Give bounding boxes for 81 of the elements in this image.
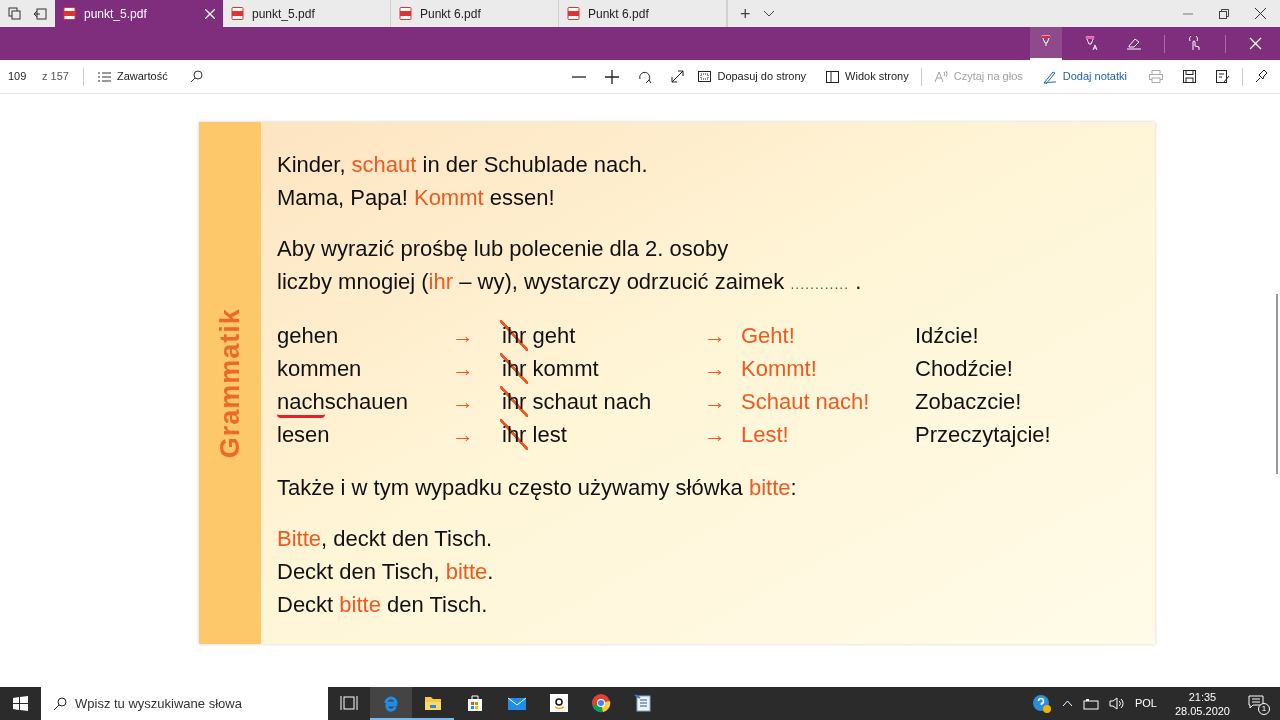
contents-button[interactable]: Zawartość [97,68,168,85]
rule-text: Aby wyrazić prośbę lub polecenie dla 2. osoby [277,235,730,263]
speaker-icon[interactable] [1108,697,1125,710]
clock-date[interactable]: 28.05.2020 [1174,703,1230,718]
example-sentence: Mama, Papa! Kommt essen! [277,184,556,212]
close-icon [1248,36,1264,51]
windows-logo-icon[interactable] [13,696,28,711]
search-icon [53,696,67,711]
side-label: Grammatik [213,307,246,459]
example-sentence: Bitte, deckt den Tisch. [277,525,494,553]
fit-icon [698,71,712,82]
pdf-icon [231,7,244,20]
fullscreen-icon[interactable] [671,70,685,83]
help-icon[interactable] [1031,693,1052,714]
battery-icon[interactable] [1082,697,1099,710]
verb-cell-text: kommen [277,355,363,383]
pdf-icon [399,7,412,20]
arrow: → [452,388,475,416]
chevron-down-icon[interactable] [762,9,775,18]
pin-icon[interactable] [1255,70,1268,83]
page-view-button[interactable]: Widok strony [826,68,909,85]
new-tab-button[interactable]: + [740,4,751,23]
example-sentence: Kinder, schaut in der Schublade nach. [277,151,649,179]
rule-text: liczby mnogiej (ihr – wy), wystarczy odrzucić zaimek ............ . [277,268,863,296]
arrow: → [704,388,727,416]
add-notes-button[interactable]: Dodaj notatki [1042,68,1127,85]
page-number-field[interactable]: 109 [0,68,42,85]
fit-to-page-button[interactable]: Dopasuj do strony [698,68,807,85]
translation-cell-text: Zobaczcie! [915,388,1023,416]
rotate-icon[interactable] [638,69,653,84]
search-icon[interactable] [189,70,203,83]
shopping-app-icon [549,692,569,713]
page-icon [826,70,840,83]
read-aloud-icon [933,70,948,83]
translation-cell-text: Chodźcie! [915,355,1014,383]
pen-button[interactable] [1030,27,1062,60]
pdf-icon [567,7,580,20]
imperative-cell-text: Kommt! [741,355,818,383]
touch-hand-icon [1187,36,1203,51]
clock-time[interactable]: 21:35 [1188,689,1217,704]
example-sentence: Deckt den Tisch, bitte. [277,558,495,586]
restore-icon[interactable] [1219,8,1229,19]
shopping-bag-icon [465,692,485,713]
chevron-up-icon[interactable] [1061,700,1073,707]
highlighter-icon [1084,36,1100,51]
taskbar-search-field[interactable]: Wpisz tu wyszukiwane słowa [41,687,328,720]
verb-cell-text: lesen [277,421,331,449]
example-sentence: Deckt bitte den Tisch. [277,591,489,619]
note-text: Także i w tym wypadku często używamy słówka bitte: [277,474,798,502]
chrome-browser-icon [591,692,611,713]
notifications-button[interactable]: 1 [1248,692,1270,715]
arrow: → [704,355,727,383]
imperative-cell-text: Lest! [741,421,790,449]
edge-browser-taskbar-button[interactable] [370,687,412,720]
list-icon [97,71,111,82]
tab-list-icon[interactable] [8,7,21,20]
zoom-in-icon[interactable] [605,69,620,84]
imperative-cell-text: Schaut nach! [741,388,871,416]
close-tab-icon[interactable] [205,8,215,19]
pdf-icon [63,7,76,20]
set-aside-tabs-icon[interactable] [33,7,47,20]
pen-icon [1042,69,1057,84]
save-icon[interactable] [1183,70,1196,83]
browser-tab[interactable]: punkt_5.pdf [55,0,223,27]
translation-cell-text: Przeczytajcie! [915,421,1051,449]
arrow: → [704,421,727,449]
save-as-icon[interactable] [1216,70,1230,83]
zoom-out-icon[interactable] [572,75,587,78]
notepad-icon [633,692,653,713]
eraser-icon [1126,36,1142,51]
close-icon[interactable] [1255,8,1266,19]
translation-cell-text: Idźcie! [915,322,980,350]
verb-cell-text: gehen [277,322,340,350]
page-count: z 157 [42,69,69,85]
input-language[interactable]: POL [1134,695,1157,712]
arrow: → [452,322,475,350]
arrow: → [452,421,475,449]
arrow: → [704,322,727,350]
arrow: → [452,355,475,383]
verb-cell: nachschauen [277,385,452,418]
imperative-cell-text: Geht! [741,322,796,350]
